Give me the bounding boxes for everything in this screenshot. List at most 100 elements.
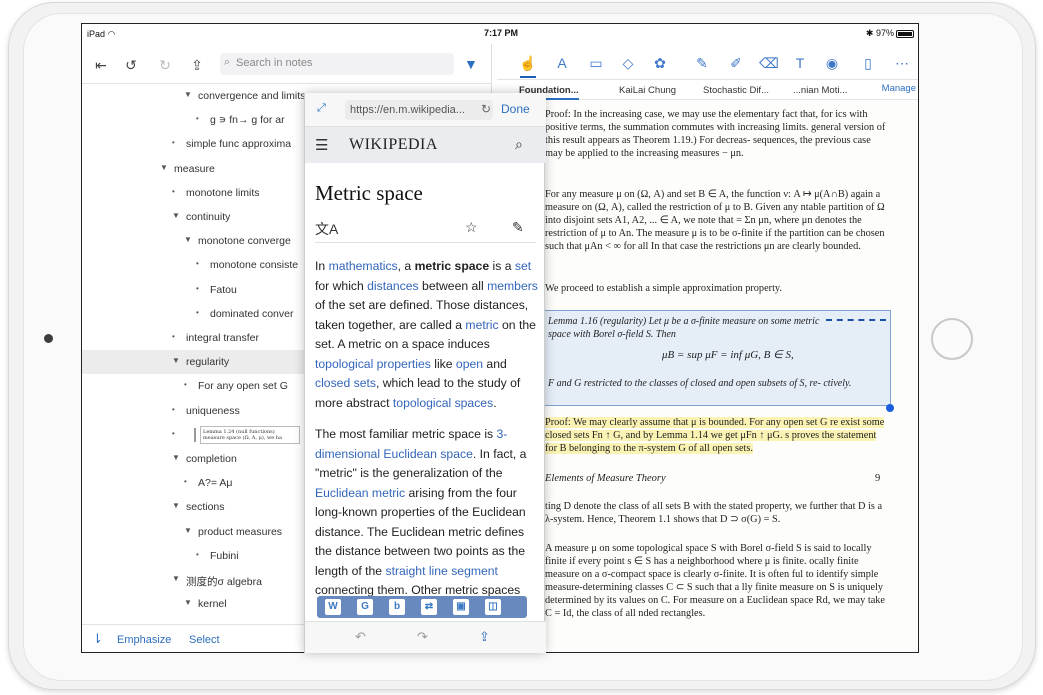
home-button[interactable] bbox=[931, 318, 973, 360]
article-link[interactable]: open bbox=[456, 357, 483, 371]
search-placeholder: Search in notes bbox=[236, 57, 313, 69]
disclosure-triangle-icon[interactable]: ▼ bbox=[184, 90, 192, 99]
battery-percent: 97% bbox=[875, 28, 894, 38]
back-icon[interactable]: ↶ bbox=[355, 629, 366, 645]
bullet-icon: • bbox=[196, 307, 199, 317]
article-link[interactable]: straight line segment bbox=[385, 564, 497, 578]
article-link[interactable]: members bbox=[487, 279, 538, 293]
forward-icon[interactable]: ↷ bbox=[417, 629, 428, 645]
translate-icon[interactable]: 文A bbox=[315, 219, 338, 239]
wikipedia-logo[interactable]: WIKIPEDIA bbox=[349, 136, 438, 154]
emphasize-button[interactable]: Emphasize bbox=[117, 634, 171, 646]
text-highlight-icon[interactable]: A bbox=[553, 54, 571, 72]
tab-stochastic[interactable]: Stochastic Dif... bbox=[703, 85, 769, 96]
tab-brownian-motion[interactable]: ...nian Moti... bbox=[793, 85, 847, 96]
text-box-icon[interactable]: T bbox=[791, 54, 809, 72]
select-button[interactable]: Select bbox=[189, 634, 220, 646]
url-field[interactable]: https://en.m.wikipedia... bbox=[345, 100, 493, 120]
menu-icon[interactable]: ☰ bbox=[315, 136, 328, 154]
dictionary-icon[interactable]: ◫ bbox=[485, 599, 501, 615]
pdf-page[interactable]: Proof: In the increasing case, we may us… bbox=[497, 100, 918, 652]
lemma-thumbnail[interactable]: Lemma 1.24 (null functions) measure spac… bbox=[200, 425, 300, 444]
page-number: 9 bbox=[875, 473, 881, 484]
star-icon[interactable]: ☆ bbox=[465, 219, 478, 236]
bluetooth-icon: ✱ bbox=[865, 28, 874, 38]
bullet-icon: • bbox=[172, 332, 175, 341]
disclosure-triangle-icon[interactable]: ▼ bbox=[172, 211, 180, 220]
outline-row-label: regularity bbox=[186, 356, 230, 369]
outline-row-label: dominated conver bbox=[210, 307, 294, 320]
redo-icon[interactable]: ↻ bbox=[156, 56, 174, 74]
page-title: Elements of Measure Theory bbox=[545, 473, 666, 484]
share-icon[interactable]: ⇪ bbox=[188, 56, 206, 74]
done-button[interactable]: Done bbox=[501, 102, 530, 116]
bookmark-icon[interactable]: ▯ bbox=[859, 54, 877, 72]
disclosure-triangle-icon[interactable]: ▼ bbox=[172, 453, 180, 462]
article-link[interactable]: distances bbox=[367, 279, 419, 293]
status-time: 7:17 PM bbox=[483, 28, 518, 38]
outline-row-label: measure bbox=[174, 162, 215, 175]
quote-bar bbox=[194, 427, 196, 442]
bullet-icon: • bbox=[196, 549, 199, 559]
filter-icon[interactable]: ▼ bbox=[464, 56, 478, 72]
bing-icon[interactable]: b bbox=[389, 599, 405, 615]
outline-row-label: monotone limits bbox=[186, 186, 260, 199]
pointer-tool-icon[interactable]: ☝ bbox=[519, 54, 537, 78]
pen-icon[interactable]: ✎ bbox=[693, 54, 711, 72]
compass-icon[interactable]: ◉ bbox=[823, 54, 841, 72]
expand-icon[interactable]: ⤢ bbox=[317, 102, 326, 115]
article-link[interactable]: topological properties bbox=[315, 357, 431, 371]
tab-kailai-chung[interactable]: KaiLai Chung bbox=[619, 85, 676, 96]
more-icon[interactable]: ⋯ bbox=[893, 54, 911, 72]
bullet-icon: • bbox=[172, 186, 175, 196]
search-input[interactable]: ⌕ Search in notes bbox=[220, 53, 454, 75]
search-icon: ⌕ bbox=[224, 56, 231, 68]
lasso-icon[interactable]: ◇ bbox=[619, 54, 637, 72]
pdf-paragraph-locally-finite: A measure μ on some topological space S … bbox=[545, 542, 890, 620]
article-link[interactable]: mathematics bbox=[329, 259, 398, 273]
wikipedia-w-icon[interactable]: W bbox=[325, 599, 341, 615]
selection-handle[interactable] bbox=[886, 404, 894, 412]
disclosure-triangle-icon[interactable]: ▼ bbox=[172, 356, 180, 365]
outline-row-label: For any open set G bbox=[198, 380, 288, 393]
disclosure-triangle-icon[interactable]: ▼ bbox=[172, 574, 180, 583]
reload-icon[interactable]: ↻ bbox=[481, 102, 491, 116]
collapse-sidebar-icon[interactable]: ⇤ bbox=[92, 56, 110, 74]
sort-icon[interactable]: ⇂ bbox=[92, 631, 103, 647]
highlighter-icon[interactable]: ✐ bbox=[727, 54, 745, 72]
disclosure-triangle-icon[interactable]: ▼ bbox=[160, 163, 168, 172]
article-text: is a bbox=[489, 259, 515, 273]
eraser-icon[interactable]: ⌫ bbox=[759, 54, 779, 72]
translate-app-icon[interactable]: ⇄ bbox=[421, 599, 437, 615]
disclosure-triangle-icon[interactable]: ▼ bbox=[184, 598, 192, 607]
edit-icon[interactable]: ✎ bbox=[512, 219, 524, 236]
browser-share-icon[interactable]: ⇪ bbox=[479, 629, 490, 645]
disclosure-triangle-icon[interactable]: ▼ bbox=[184, 235, 192, 244]
disclosure-triangle-icon[interactable]: ▼ bbox=[172, 501, 180, 510]
wiki-search-icon[interactable]: ⌕ bbox=[515, 136, 523, 153]
bullet-icon: • bbox=[196, 259, 199, 269]
pdf-proof-paragraph-1: Proof: In the increasing case, we may us… bbox=[545, 109, 886, 159]
manage-tabs-button[interactable]: Manage bbox=[882, 83, 916, 94]
image-search-icon[interactable]: ▣ bbox=[453, 599, 469, 615]
rectangle-select-icon[interactable]: ▭ bbox=[587, 54, 605, 72]
article-link[interactable]: topological spaces bbox=[393, 396, 493, 410]
undo-icon[interactable]: ↺ bbox=[122, 56, 140, 74]
disclosure-triangle-icon[interactable]: ▼ bbox=[184, 526, 192, 535]
front-camera bbox=[44, 334, 53, 343]
article-link[interactable]: set bbox=[515, 259, 531, 273]
quick-search-bar: W G b ⇄ ▣ ◫ bbox=[317, 596, 527, 618]
article-actions: 文A ☆ ✎ bbox=[315, 215, 536, 243]
lemma-selection-box[interactable]: Lemma 1.16 (regularity) Let μ be a σ-fin… bbox=[541, 310, 891, 406]
article-text: connecting them. Other metric spaces bbox=[315, 583, 521, 597]
pdf-toolbar: ☝ A ▭ ◇ ✿ ✎ ✐ ⌫ T ◉ ▯ ⋯ bbox=[497, 44, 918, 80]
article-link[interactable]: Euclidean metric bbox=[315, 486, 405, 500]
bullet-icon: • bbox=[184, 477, 187, 487]
outline-row-label: simple func approxima bbox=[186, 138, 292, 151]
pdf-paragraph-restriction: For any measure μ on (Ω, A) and set B ∈ … bbox=[545, 189, 885, 252]
outline-row-label: Fatou bbox=[210, 283, 237, 296]
article-link[interactable]: closed sets bbox=[315, 376, 376, 390]
shapes-icon[interactable]: ✿ bbox=[651, 54, 669, 72]
article-link[interactable]: metric bbox=[465, 318, 498, 332]
google-icon[interactable]: G bbox=[357, 599, 373, 615]
